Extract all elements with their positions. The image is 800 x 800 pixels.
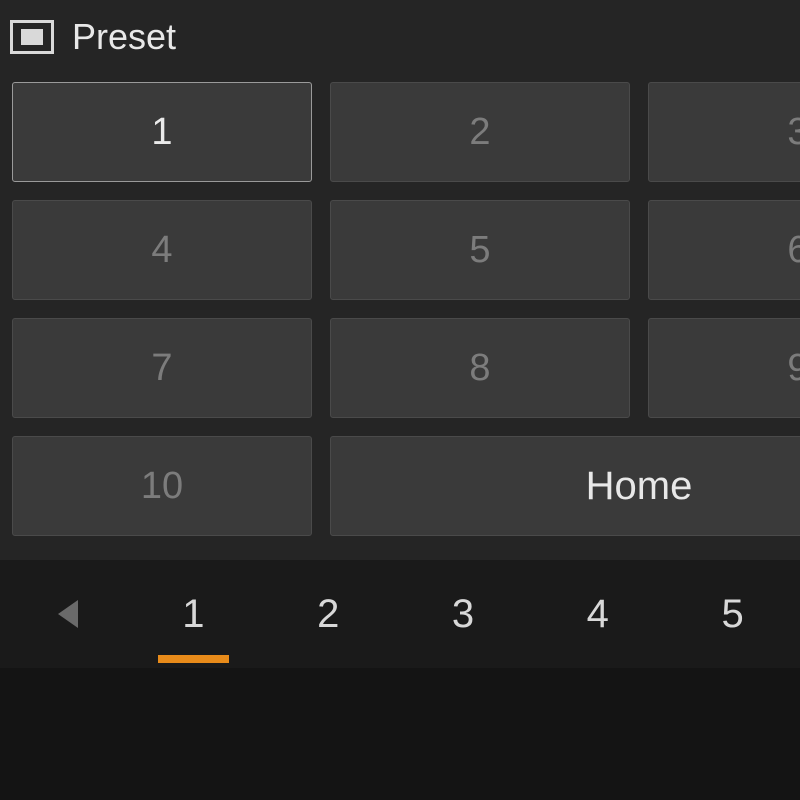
preset-icon <box>10 20 54 54</box>
preset-button-9[interactable]: 9 <box>648 318 800 418</box>
panel-title: Preset <box>72 16 176 58</box>
preset-button-6[interactable]: 6 <box>648 200 800 300</box>
page-1[interactable]: 1 <box>126 570 261 659</box>
preset-button-7[interactable]: 7 <box>12 318 312 418</box>
preset-button-4[interactable]: 4 <box>12 200 312 300</box>
page-prev-icon[interactable] <box>58 600 78 628</box>
preset-button-5[interactable]: 5 <box>330 200 630 300</box>
page-2[interactable]: 2 <box>261 570 396 659</box>
page-selector: 1 2 3 4 5 <box>0 560 800 668</box>
home-button[interactable]: Home <box>330 436 800 536</box>
preset-button-3[interactable]: 3 <box>648 82 800 182</box>
page-4[interactable]: 4 <box>530 570 665 659</box>
page-3[interactable]: 3 <box>396 570 531 659</box>
preset-panel: Preset 1 2 3 4 5 6 7 8 9 10 Home 1 2 3 4… <box>0 0 800 800</box>
preset-button-1[interactable]: 1 <box>12 82 312 182</box>
preset-button-2[interactable]: 2 <box>330 82 630 182</box>
preset-button-10[interactable]: 10 <box>12 436 312 536</box>
preset-button-8[interactable]: 8 <box>330 318 630 418</box>
panel-header: Preset <box>0 0 800 82</box>
bottom-bar <box>0 668 800 800</box>
page-5[interactable]: 5 <box>665 570 800 659</box>
preset-grid: 1 2 3 4 5 6 7 8 9 10 Home <box>0 82 800 536</box>
